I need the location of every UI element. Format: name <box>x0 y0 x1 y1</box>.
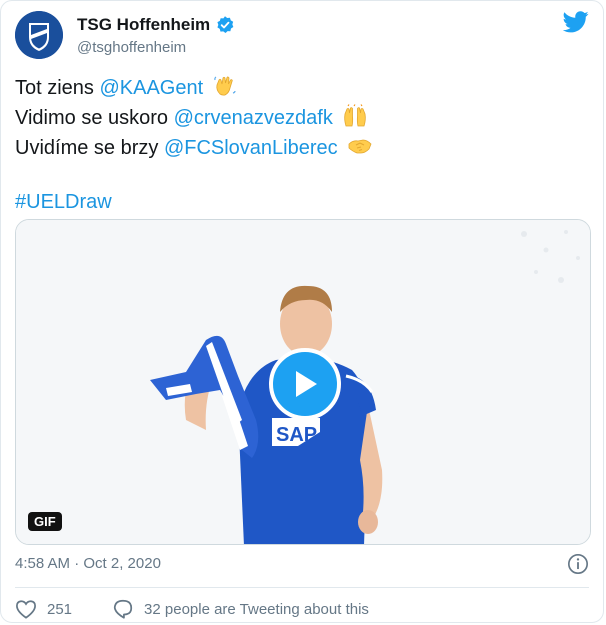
tweet-line-2: Vidimo se uskoro @crvenazvezdafk <box>15 103 591 133</box>
heart-icon <box>16 600 36 619</box>
gif-badge: GIF <box>28 512 62 531</box>
tweet-text: Tot ziens @KAAGent Vidimo se uskoro @crv… <box>15 73 591 217</box>
avatar[interactable] <box>15 11 63 59</box>
speech-bubble-icon <box>113 599 133 619</box>
timestamp[interactable]: 4:58 AM · Oct 2, 2020 <box>15 555 161 572</box>
tweet-line-text: Tot ziens <box>15 77 100 99</box>
jersey-sponsor-text: SAP <box>276 424 317 446</box>
like-count: 251 <box>47 600 73 618</box>
info-icon[interactable] <box>567 553 589 575</box>
mention-link-crvenazvezdafk[interactable]: @crvenazvezdafk <box>174 107 333 129</box>
tweet-card: TSG Hoffenheim @tsghoffenheim Tot ziens … <box>0 0 604 623</box>
tweet-line-text: Uvidíme se brzy <box>15 137 164 159</box>
tweet-line-1: Tot ziens @KAAGent <box>15 73 591 103</box>
like-button[interactable]: 251 <box>15 599 72 619</box>
account-info: TSG Hoffenheim @tsghoffenheim <box>77 15 235 56</box>
conversation-button[interactable]: 32 people are Tweeting about this <box>112 598 369 620</box>
raising-hands-icon <box>344 104 367 127</box>
tweet-actions: 251 32 people are Tweeting about this <box>15 598 369 620</box>
tweet-line-text: Vidimo se uskoro <box>15 107 174 129</box>
mention-link-kaagent[interactable]: @KAAGent <box>99 77 203 99</box>
verified-icon <box>217 16 234 33</box>
mention-link-fcslovanliberec[interactable]: @FCSlovanLiberec <box>164 137 338 159</box>
waving-hand-icon <box>214 76 236 96</box>
hashtag-link[interactable]: #UELDraw <box>15 187 591 217</box>
display-name[interactable]: TSG Hoffenheim <box>77 15 210 35</box>
gif-media[interactable]: SAP GIF <box>15 219 591 545</box>
play-icon <box>296 371 317 397</box>
tweeting-count-text: 32 people are Tweeting about this <box>144 600 369 618</box>
club-crest-icon <box>15 11 63 59</box>
handshake-icon <box>348 139 372 154</box>
twitter-bird-icon[interactable] <box>563 11 589 33</box>
handle[interactable]: @tsghoffenheim <box>77 39 235 56</box>
play-button[interactable] <box>269 348 341 420</box>
tweet-line-3: Uvidíme se brzy @FCSlovanLiberec <box>15 133 591 163</box>
divider <box>15 587 589 588</box>
